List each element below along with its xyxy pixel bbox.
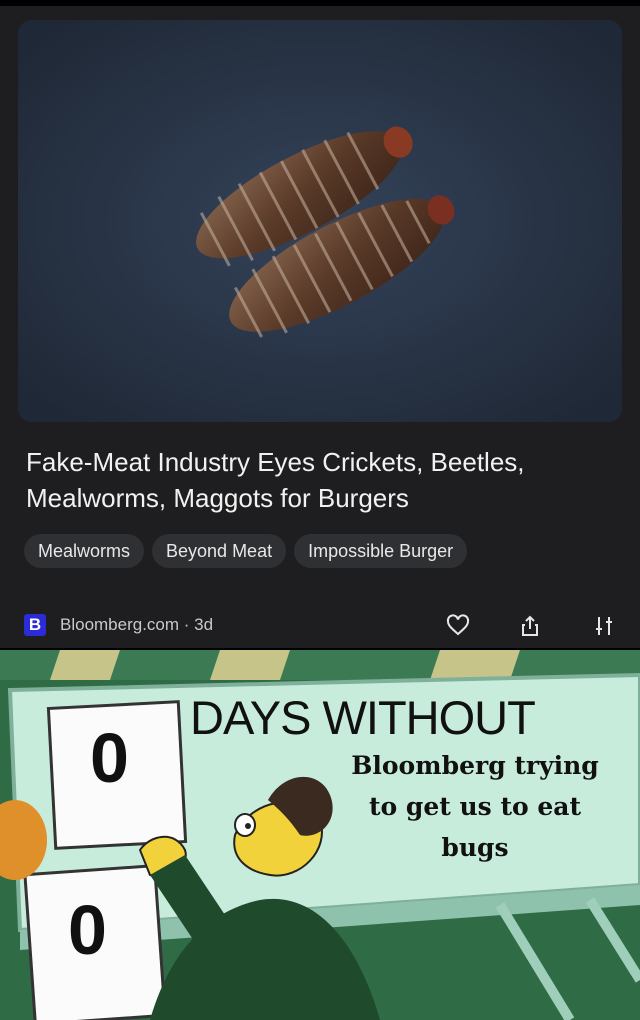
counter-digit-bottom: 0 <box>68 891 107 969</box>
mealworm-illustration <box>18 20 622 422</box>
tag-chip-impossible-burger[interactable]: Impossible Burger <box>294 534 468 568</box>
sign-title: DAYS WITHOUT <box>190 691 536 744</box>
tag-chip-beyond-meat[interactable]: Beyond Meat <box>152 534 287 568</box>
filter-icon[interactable] <box>588 610 620 642</box>
news-card[interactable]: Fake-Meat Industry Eyes Crickets, Beetle… <box>0 6 640 648</box>
tag-chips: Mealworms Beyond Meat Impossible Burger <box>24 534 468 568</box>
article-headline[interactable]: Fake-Meat Industry Eyes Crickets, Beetle… <box>26 444 616 516</box>
tag-chip-mealworms[interactable]: Mealworms <box>24 534 145 568</box>
counter-digit-top: 0 <box>90 719 129 797</box>
bloomberg-logo: B <box>24 614 46 636</box>
share-icon[interactable] <box>514 610 546 642</box>
meme-caption: Bloomberg trying to get us to eat bugs <box>330 745 620 868</box>
article-image[interactable] <box>18 20 622 422</box>
meme-caption-line: Bloomberg trying <box>351 751 599 780</box>
meme-caption-line: bugs <box>441 833 509 862</box>
source-label[interactable]: Bloomberg.com · 3d <box>60 615 213 635</box>
meme-caption-line: to get us to eat <box>368 792 582 821</box>
heart-icon[interactable] <box>442 610 474 642</box>
source-row: B Bloomberg.com · 3d <box>24 610 624 640</box>
